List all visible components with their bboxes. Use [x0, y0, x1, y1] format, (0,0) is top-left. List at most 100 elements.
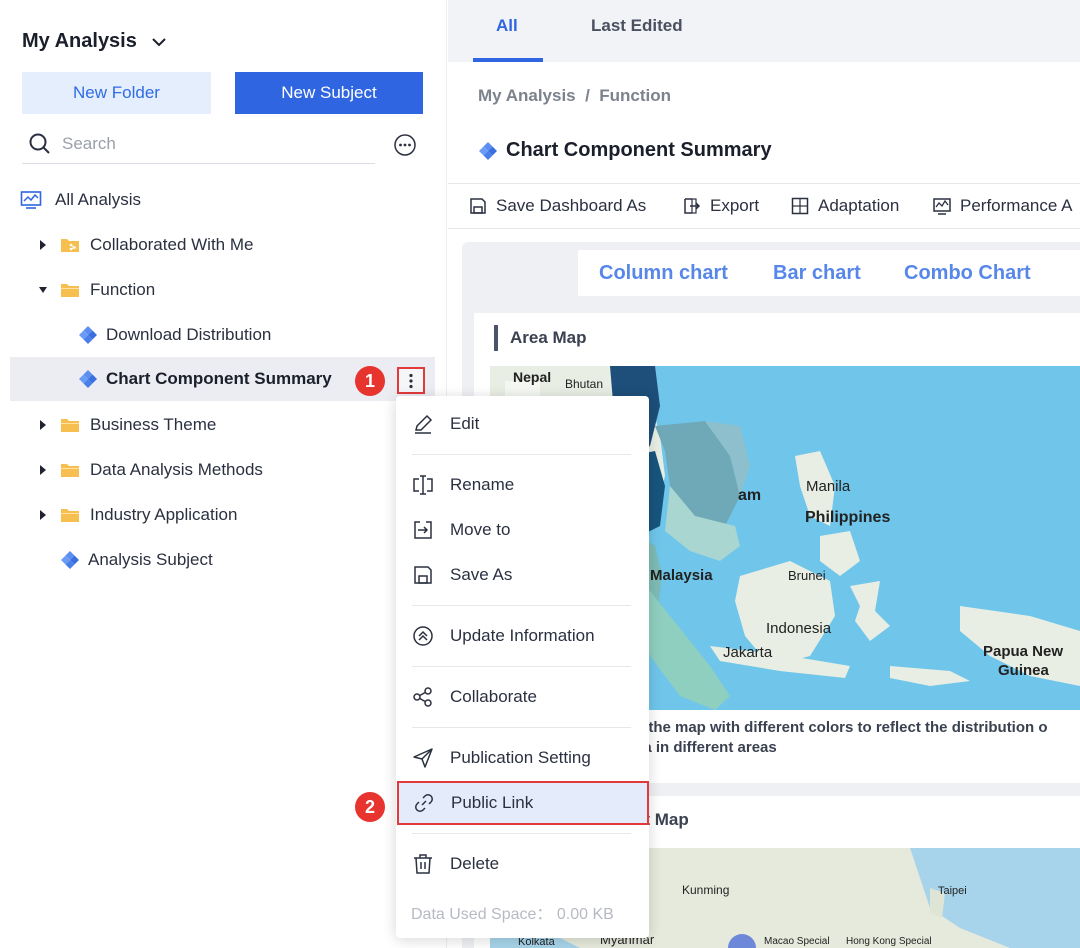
folder-icon — [61, 464, 79, 477]
search-box — [22, 124, 375, 164]
menu-item-move-to[interactable]: Move to — [396, 508, 649, 552]
caption-line: ata in different areas — [630, 739, 777, 756]
new-folder-button[interactable]: New Folder — [22, 72, 211, 114]
tab-bar-chart[interactable]: Bar chart — [773, 262, 861, 285]
map-label: Taipei — [938, 885, 967, 897]
more-options-icon[interactable] — [393, 133, 417, 157]
top-tabs: All Last Edited — [448, 0, 1080, 62]
card-title-text: Area Map — [510, 328, 587, 347]
menu-divider — [412, 454, 631, 455]
performance-button[interactable]: Performance A — [932, 196, 1072, 216]
share-icon — [413, 687, 432, 707]
search-input[interactable] — [62, 133, 342, 154]
tree-item-label: Business Theme — [90, 415, 217, 434]
map-label: Bhutan — [565, 377, 604, 391]
analysis-monitor-icon — [20, 191, 42, 209]
menu-item-label: Edit — [450, 414, 480, 433]
save-icon — [470, 198, 486, 214]
area-map-caption: of the map with different colors to refl… — [630, 718, 1048, 758]
menu-item-label: Rename — [450, 475, 515, 494]
tab-last-edited[interactable]: Last Edited — [591, 16, 683, 36]
workspace-title: My Analysis — [22, 30, 137, 52]
tree-item-function[interactable]: Function — [38, 268, 155, 312]
tree-item-label: Download Distribution — [106, 325, 272, 344]
menu-item-label: Move to — [450, 520, 511, 539]
chart-type-tabs: Column chart Bar chart Combo Chart — [578, 250, 1080, 296]
tree-item-business-theme[interactable]: Business Theme — [38, 403, 216, 447]
link-icon — [415, 794, 433, 812]
subject-diamond-icon — [79, 326, 97, 344]
save-dashboard-as-button[interactable]: Save Dashboard As — [468, 196, 646, 216]
folder-icon — [61, 284, 79, 297]
tab-column-chart[interactable]: Column chart — [599, 262, 728, 285]
tree-item-label: Data Analysis Methods — [90, 460, 263, 479]
tree-item-collaborated[interactable]: Collaborated With Me — [38, 223, 253, 267]
menu-item-label: Public Link — [451, 793, 534, 812]
export-button[interactable]: Export — [682, 196, 759, 216]
subject-diamond-icon — [479, 141, 497, 160]
map-label: Macao Special — [764, 936, 830, 947]
map-label: Malaysia — [650, 567, 713, 584]
search-icon — [29, 133, 50, 154]
menu-item-publication-setting[interactable]: Publication Setting — [396, 736, 649, 780]
map-label: am — [738, 487, 762, 504]
folder-icon — [61, 419, 79, 432]
move-to-icon — [414, 521, 432, 539]
map-label: Kunming — [682, 883, 730, 897]
adaptation-icon — [791, 197, 809, 215]
title-accent-bar — [494, 325, 498, 351]
map-label: Brunei — [788, 568, 826, 583]
map-label: Hong Kong Special — [846, 936, 932, 947]
caret-right-icon — [40, 420, 46, 430]
tool-label: Performance A — [960, 196, 1073, 215]
shared-folder-icon — [61, 239, 79, 252]
data-used-space: Data Used Space： 0.00 KB — [411, 906, 614, 923]
item-more-button[interactable] — [397, 367, 425, 394]
export-icon — [684, 198, 701, 214]
map-label: Jakarta — [723, 644, 773, 661]
tree-item-label: Function — [90, 280, 156, 299]
tool-label: Adaptation — [818, 196, 900, 215]
menu-item-rename[interactable]: Rename — [396, 463, 649, 507]
tree-item-label: Analysis Subject — [88, 550, 213, 569]
menu-item-edit[interactable]: Edit — [396, 402, 649, 446]
tree-item-label: All Analysis — [55, 190, 141, 209]
menu-item-label: Save As — [450, 565, 513, 584]
tree-item-download-distribution[interactable]: Download Distribution — [78, 313, 271, 357]
menu-divider — [412, 605, 631, 606]
vertical-dots-icon — [409, 373, 413, 388]
folder-icon — [61, 509, 79, 522]
map-label: Nepal — [513, 369, 552, 385]
step-badge-1: 1 — [355, 366, 385, 396]
subject-diamond-icon — [79, 370, 97, 388]
caret-right-icon — [40, 510, 46, 520]
trash-icon — [414, 854, 432, 874]
menu-item-label: Publication Setting — [450, 748, 591, 767]
menu-divider — [412, 666, 631, 667]
tree-item-data-analysis-methods[interactable]: Data Analysis Methods — [38, 448, 263, 492]
menu-item-label: Collaborate — [450, 687, 537, 706]
tree-item-analysis-subject[interactable]: Analysis Subject — [60, 538, 213, 582]
tree-item-label: Chart Component Summary — [106, 369, 332, 388]
tree-item-label: Industry Application — [90, 505, 238, 524]
save-icon — [414, 566, 432, 584]
tab-all[interactable]: All — [496, 16, 518, 36]
map-label: Indonesia — [766, 620, 832, 637]
new-subject-button[interactable]: New Subject — [235, 72, 423, 114]
chevron-down-icon — [152, 37, 166, 46]
tree-item-all-analysis[interactable]: All Analysis — [20, 178, 141, 222]
menu-item-update-information[interactable]: Update Information — [396, 614, 649, 658]
tab-combo-chart[interactable]: Combo Chart — [904, 262, 1031, 285]
update-chevron-icon — [413, 626, 433, 646]
menu-item-delete[interactable]: Delete — [396, 842, 649, 886]
tree-item-industry-application[interactable]: Industry Application — [38, 493, 237, 537]
menu-item-save-as[interactable]: Save As — [396, 553, 649, 597]
adaptation-button[interactable]: Adaptation — [790, 196, 899, 216]
menu-item-collaborate[interactable]: Collaborate — [396, 675, 649, 719]
workspace-selector[interactable]: My Analysis — [22, 30, 169, 53]
page-title: Chart Component Summary — [478, 139, 772, 162]
caret-down-icon — [39, 287, 47, 293]
menu-item-label: Delete — [450, 854, 500, 873]
performance-icon — [933, 198, 951, 215]
menu-item-public-link[interactable]: Public Link — [397, 781, 649, 825]
